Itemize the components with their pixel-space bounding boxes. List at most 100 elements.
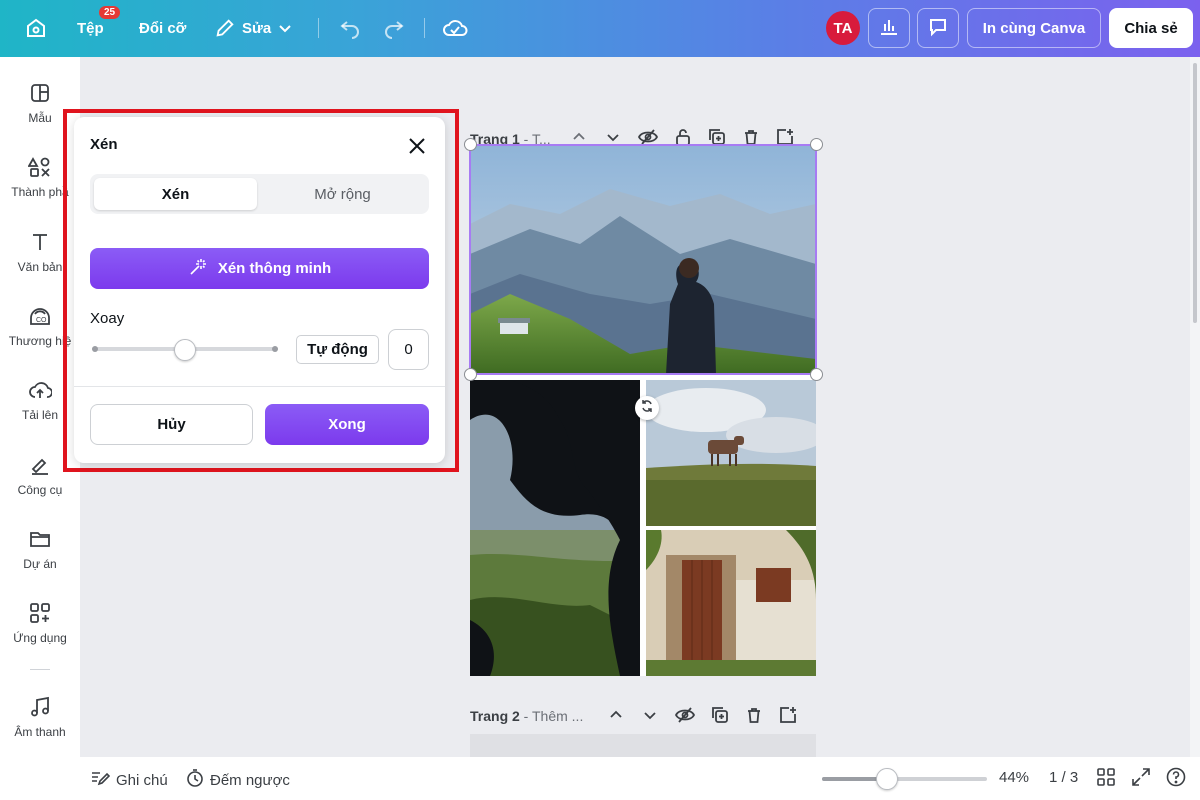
sidebar-item-label: Công cụ — [17, 483, 63, 497]
canvas-scrollbar[interactable] — [1190, 57, 1200, 757]
help-icon — [1166, 767, 1186, 791]
zoom-slider[interactable] — [822, 777, 987, 781]
resize-button[interactable]: Đổi cỡ — [139, 10, 186, 46]
smart-crop-label: Xén thông minh — [217, 260, 332, 277]
help-button[interactable] — [1166, 767, 1186, 791]
svg-text:CO: CO — [36, 317, 47, 324]
sidebar-item-audio[interactable]: Âm thanh — [0, 695, 80, 739]
apps-icon — [28, 601, 52, 625]
share-button[interactable]: Chia sẻ — [1109, 8, 1193, 48]
folder-icon — [28, 527, 52, 551]
edit-menu-label: Sửa — [242, 19, 272, 37]
duplicate-page-icon[interactable] — [711, 706, 729, 724]
done-button[interactable]: Xong — [265, 404, 429, 445]
slider-min-dot — [92, 346, 98, 352]
print-with-canva-button[interactable]: In cùng Canva — [967, 8, 1101, 48]
tab-expand[interactable]: Mở rộng — [261, 178, 424, 210]
rotate-value-input[interactable]: 0 — [388, 329, 429, 370]
music-icon — [28, 695, 52, 719]
grid-view-button[interactable] — [1096, 767, 1116, 791]
cow-photo[interactable] — [646, 380, 816, 526]
magic-wand-icon — [188, 257, 208, 281]
slider-max-dot — [272, 346, 278, 352]
add-page-icon[interactable] — [779, 706, 797, 724]
timer-icon — [186, 769, 204, 791]
file-menu-label: Tệp — [77, 19, 104, 37]
tools-icon — [28, 453, 52, 477]
top-toolbar: Tệp 25 Đổi cỡ Sửa TA In cùng Canva Chia … — [0, 0, 1200, 57]
insights-button[interactable] — [868, 8, 910, 48]
edit-menu-button[interactable]: Sửa — [214, 10, 293, 46]
sidebar-item-label: Ứng dụng — [13, 631, 67, 645]
selection-frame[interactable] — [469, 144, 817, 375]
sidebar-item-label: Dự án — [23, 557, 57, 571]
template-icon — [28, 81, 52, 105]
sidebar-item-projects[interactable]: Dự án — [0, 527, 80, 571]
trash-icon[interactable] — [745, 706, 763, 724]
timer-button[interactable]: Đếm ngược — [186, 769, 290, 791]
home-icon — [24, 16, 48, 40]
fullscreen-button[interactable] — [1131, 767, 1151, 791]
cave-photo[interactable] — [470, 380, 640, 676]
sidebar-item-label: Thương hiệ — [8, 334, 72, 348]
rotate-handle[interactable] — [635, 396, 659, 420]
hide-page-icon[interactable] — [675, 706, 695, 724]
notes-icon — [90, 769, 111, 791]
file-menu-button[interactable]: Tệp 25 — [77, 6, 121, 46]
pencil-icon — [214, 17, 236, 39]
comment-icon — [927, 15, 949, 42]
sidebar-item-label: Văn bản — [17, 260, 63, 274]
chevron-up-icon[interactable] — [607, 706, 625, 724]
scrollbar-thumb[interactable] — [1193, 63, 1197, 323]
close-button[interactable] — [405, 134, 429, 158]
rotate-label: Xoay — [90, 310, 125, 327]
resize-handle-top-left[interactable] — [464, 138, 477, 151]
sidebar-item-apps[interactable]: Ứng dụng — [0, 601, 80, 645]
redo-button[interactable] — [382, 10, 406, 46]
expand-icon — [1131, 767, 1151, 791]
resize-label: Đổi cỡ — [139, 19, 187, 37]
undo-icon — [338, 16, 362, 40]
upload-icon — [28, 378, 52, 402]
comments-button[interactable] — [917, 8, 959, 48]
chevron-down-icon[interactable] — [641, 706, 659, 724]
panel-divider — [74, 386, 445, 387]
elements-icon — [28, 155, 52, 179]
door-photo[interactable] — [646, 530, 816, 676]
smart-crop-button[interactable]: Xén thông minh — [90, 248, 429, 289]
toolbar-divider — [318, 18, 319, 38]
rotate-icon — [640, 399, 654, 418]
toolbar-divider — [424, 18, 425, 38]
chevron-down-icon — [277, 20, 293, 36]
resize-handle-bottom-right[interactable] — [810, 368, 823, 381]
zoom-slider-knob[interactable] — [876, 768, 898, 790]
zoom-value[interactable]: 44% — [999, 769, 1029, 786]
page-2-toolbar — [607, 706, 797, 724]
timer-label: Đếm ngược — [210, 771, 290, 789]
auto-rotate-button[interactable]: Tự động — [296, 335, 379, 364]
undo-button[interactable] — [338, 10, 362, 46]
save-status-button[interactable] — [442, 10, 468, 46]
sidebar-item-label: Thành phầ — [11, 185, 69, 199]
bottom-bar: Ghi chú Đếm ngược 44% 1 / 3 — [80, 757, 1200, 800]
sidebar-item-label: Tải lên — [21, 408, 59, 422]
home-button[interactable] — [24, 10, 48, 46]
page-counter[interactable]: 1 / 3 — [1049, 769, 1078, 786]
sidebar-divider — [30, 669, 50, 670]
resize-handle-top-right[interactable] — [810, 138, 823, 151]
crop-panel: Xén Xén Mở rộng Xén thông minh Xoay Tự đ… — [74, 117, 445, 463]
text-icon — [28, 230, 52, 254]
notes-button[interactable]: Ghi chú — [90, 769, 168, 791]
page-2-title[interactable]: Trang 2 - Thêm ... — [470, 708, 583, 724]
close-icon — [405, 138, 429, 162]
tab-crop[interactable]: Xén — [94, 178, 257, 210]
panel-title: Xén — [90, 136, 118, 153]
redo-icon — [382, 16, 406, 40]
grid-icon — [1096, 767, 1116, 791]
rotate-slider-knob[interactable] — [174, 339, 196, 361]
resize-handle-bottom-left[interactable] — [464, 368, 477, 381]
cancel-button[interactable]: Hủy — [90, 404, 253, 445]
user-avatar[interactable]: TA — [826, 11, 860, 45]
crop-mode-tabs: Xén Mở rộng — [90, 174, 429, 214]
brand-icon: CO — [28, 304, 52, 328]
